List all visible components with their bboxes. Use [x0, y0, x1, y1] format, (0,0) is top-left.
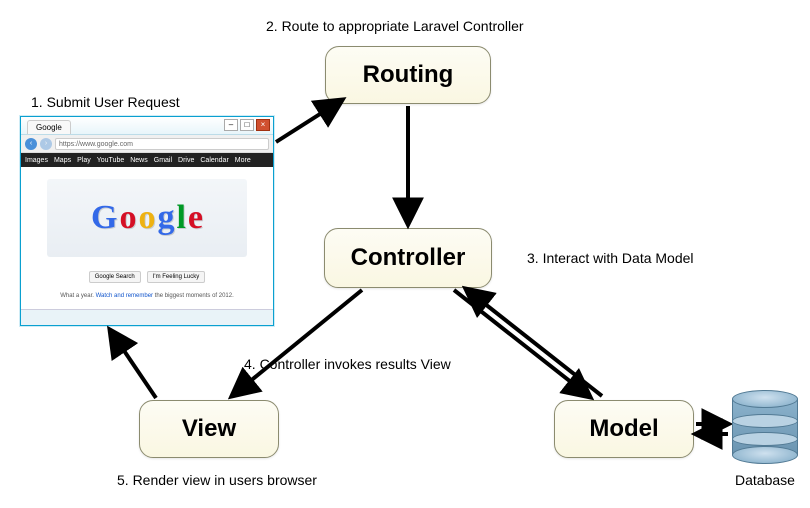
- doodle-letter: G: [91, 199, 117, 237]
- menu-news: News: [130, 157, 148, 164]
- browser-tab: Google: [27, 120, 71, 134]
- browser-menubar: Images Maps Play YouTube News Gmail Drive Calen…: [21, 153, 273, 167]
- menu-youtube: YouTube: [97, 157, 125, 164]
- step-2-label: 2. Route to appropriate Laravel Controll…: [266, 18, 524, 34]
- menu-play: Play: [77, 157, 91, 164]
- menu-drive: Drive: [178, 157, 194, 164]
- model-label: Model: [589, 415, 658, 443]
- database-label: Database: [735, 472, 795, 488]
- user-browser: Google ‒ □ × ‹ › https://www.google.com …: [20, 116, 274, 326]
- doodle-letter: o: [138, 199, 155, 237]
- window-minimize-icon: ‒: [224, 119, 238, 131]
- step-5-label: 5. Render view in users browser: [117, 472, 317, 488]
- menu-images: Images: [25, 157, 48, 164]
- controller-label: Controller: [351, 244, 466, 272]
- view-node: View: [139, 400, 279, 458]
- browser-forward-icon: ›: [40, 138, 52, 150]
- google-search-button: Google Search: [89, 271, 141, 283]
- im-feeling-lucky-button: I'm Feeling Lucky: [147, 271, 206, 283]
- doodle-letter: e: [188, 199, 203, 237]
- menu-maps: Maps: [54, 157, 71, 164]
- browser-back-icon: ‹: [25, 138, 37, 150]
- database-icon: [732, 390, 798, 464]
- step-3-label: 3. Interact with Data Model: [527, 250, 694, 266]
- window-close-icon: ×: [256, 119, 270, 131]
- doodle-letter: l: [176, 199, 185, 237]
- routing-node: Routing: [325, 46, 491, 104]
- doodle-letter: g: [157, 199, 174, 237]
- browser-url: https://www.google.com: [55, 138, 269, 150]
- step-1-label: 1. Submit User Request: [31, 94, 180, 110]
- google-footer-text: What a year. Watch and remember the bigg…: [60, 293, 234, 299]
- step-4-label: 4. Controller invokes results View: [244, 356, 451, 372]
- google-doodle-logo: Google: [47, 179, 247, 257]
- menu-calendar: Calendar: [200, 157, 228, 164]
- routing-label: Routing: [363, 61, 454, 89]
- doodle-letter: o: [119, 199, 136, 237]
- menu-gmail: Gmail: [154, 157, 172, 164]
- model-node: Model: [554, 400, 694, 458]
- window-maximize-icon: □: [240, 119, 254, 131]
- controller-node: Controller: [324, 228, 492, 288]
- menu-more: More: [235, 157, 251, 164]
- view-label: View: [182, 415, 236, 443]
